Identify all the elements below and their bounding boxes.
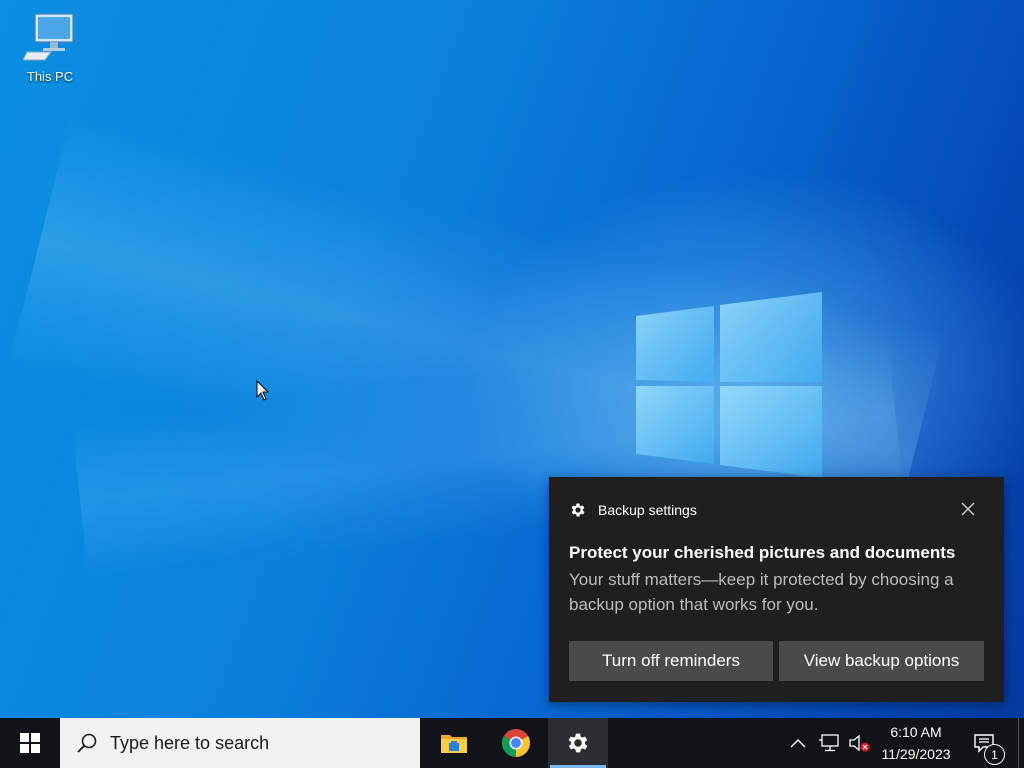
close-icon[interactable] [960,501,976,517]
turn-off-reminders-button[interactable]: Turn off reminders [569,641,773,681]
gear-icon [568,733,588,753]
taskbar-settings[interactable] [548,718,608,768]
windows-logo-icon [20,733,40,753]
mouse-cursor-icon [256,380,270,401]
toast-body-text: Your stuff matters—keep it protected by … [569,570,954,614]
show-desktop-button[interactable] [1018,718,1024,768]
taskbar-chrome[interactable] [486,718,546,768]
windows-wallpaper-logo [636,292,822,478]
computer-icon [22,13,74,61]
clock-time: 6:10 AM [890,724,942,740]
notification-count-badge: 1 [984,744,1005,765]
chevron-up-icon [790,739,806,748]
start-button[interactable] [0,718,60,768]
folder-icon [441,735,467,753]
search-placeholder: Type here to search [110,732,270,753]
desktop-icon-label: This PC [26,69,74,84]
taskbar-clock[interactable]: 6:10 AM 11/29/2023 [872,718,960,768]
desktop-icon-this-pc[interactable]: This PC [16,10,84,84]
toast-app-name: Backup settings [598,502,697,518]
taskbar-search-box[interactable]: Type here to search [60,718,420,768]
clock-date: 11/29/2023 [881,746,951,762]
show-hidden-icons-button[interactable] [786,718,810,768]
search-icon [77,733,97,753]
view-backup-options-button[interactable]: View backup options [779,641,984,681]
chrome-icon [502,729,530,757]
toast-header: Backup settings [569,501,697,519]
toast-title: Protect your cherished pictures and docu… [569,543,956,562]
taskbar: Type here to search 6:10 AM 11/29/2023 [0,718,1024,768]
network-icon [819,734,839,752]
volume-muted-icon [849,734,870,752]
taskbar-file-explorer[interactable] [424,718,484,768]
gear-icon [571,503,585,517]
network-tray-button[interactable] [816,718,842,768]
backup-toast-notification: Backup settings Protect your cherished p… [549,477,1004,702]
volume-tray-button[interactable] [846,718,872,768]
